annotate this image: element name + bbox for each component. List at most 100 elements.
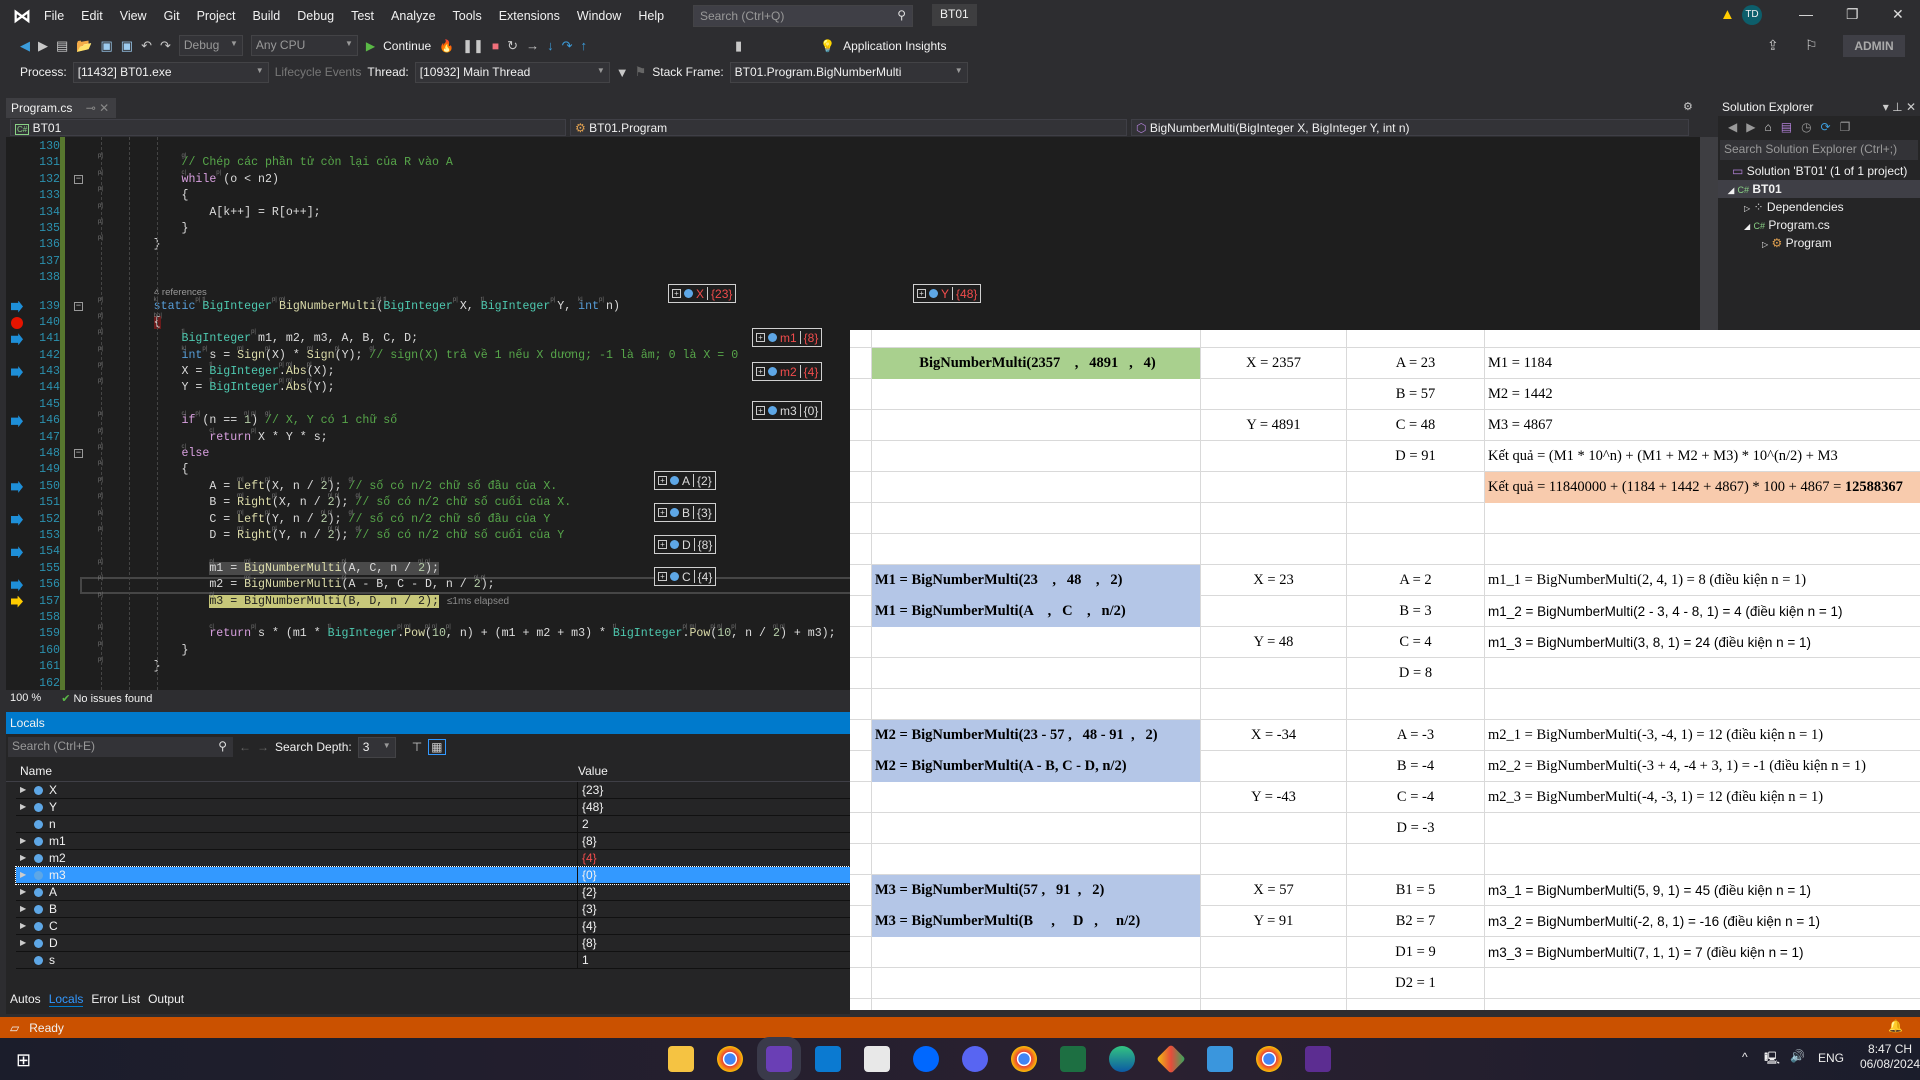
pin-icon[interactable]: ⊸ [86,101,96,115]
datatip-a[interactable]: + A {2} [654,471,716,490]
datatip-x[interactable]: + X {23} [668,284,737,303]
editor-scrollbar[interactable] [1700,137,1718,330]
cell[interactable]: m3_2 = BigNumberMulti(-2, 8, 1) = -16 (đ… [1485,906,1920,937]
cell[interactable] [1201,844,1347,875]
expand-arrow-icon[interactable]: ▶ [20,884,28,900]
locals-row[interactable]: ▶ m3 {0} [15,866,851,885]
cell[interactable] [1485,968,1920,999]
row-header[interactable] [850,813,872,844]
forward-icon[interactable]: ▶ [1746,120,1755,134]
live-share-icon[interactable]: ⇪ [1767,37,1779,54]
cell[interactable]: M1 = BigNumberMulti(23 , 48 , 2) [872,565,1201,596]
expand-icon[interactable]: + [658,540,667,549]
clock[interactable]: 8:47 CH 06/08/2024 [1860,1042,1920,1072]
cell[interactable] [1201,751,1347,782]
close-button[interactable]: ✕ [1892,6,1904,23]
cell[interactable]: X = 2357 [1201,348,1347,379]
cell[interactable] [872,968,1201,999]
locals-row[interactable]: ▶ X {23} [16,782,850,799]
zoom-level[interactable]: 100 % [10,692,41,704]
cell[interactable] [1347,999,1485,1010]
row-header[interactable] [850,348,872,379]
close-tab-icon[interactable]: ✕ [99,101,109,115]
cell[interactable]: M3 = BigNumberMulti(57 , 91 , 2) [872,875,1201,906]
back-icon[interactable]: ◀ [1728,120,1737,134]
search-depth-select[interactable]: 3 ▼ [357,736,396,758]
tracepoint-icon[interactable] [11,513,23,526]
platform-select[interactable]: Any CPU ▼ [250,35,358,56]
expand-arrow-icon[interactable]: ▶ [20,935,28,951]
menu-item-window[interactable]: Window [577,9,621,23]
restart-icon[interactable]: ↻ [507,38,518,54]
cell[interactable]: X = -34 [1201,720,1347,751]
pin-filter-icon[interactable]: ⊤ [412,740,422,754]
cell[interactable] [1485,658,1920,689]
cell[interactable]: Y = -43 [1201,782,1347,813]
cell[interactable] [872,658,1201,689]
type-dropdown[interactable]: ⚙ BT01.Program [570,119,1127,136]
cell[interactable] [1347,844,1485,875]
close-panel-icon[interactable]: ▾ ⊥ ✕ [1883,100,1916,114]
row-header[interactable] [850,410,872,441]
tab-autos[interactable]: Autos [10,992,41,1007]
cell[interactable]: BigNumberMulti(2357 , 4891 , 4) [872,348,1201,379]
network-icon[interactable]: 🖳 [1764,1049,1780,1070]
cell[interactable] [872,782,1201,813]
home-icon[interactable]: ⌂ [1764,120,1771,134]
datatip-c[interactable]: + C {4} [654,567,717,586]
menu-item-test[interactable]: Test [351,9,374,23]
cell[interactable]: B = -4 [1347,751,1485,782]
app-icon[interactable] [864,1046,890,1072]
cell[interactable] [872,503,1201,534]
cell[interactable]: m3_1 = BigNumberMulti(5, 9, 1) = 45 (điề… [1485,875,1920,906]
cell[interactable]: M2 = BigNumberMulti(A - B, C - D, n/2) [872,751,1201,782]
cell[interactable] [1485,534,1920,565]
visual-studio-icon[interactable] [757,1037,801,1080]
expand-arrow-icon[interactable]: ▶ [20,782,28,798]
undo-icon[interactable]: ↶ [141,38,152,54]
discord-icon[interactable] [962,1046,988,1072]
locals-row[interactable]: ▶ C {4} [16,918,850,935]
bookmark-icon[interactable]: ▮ [735,38,742,54]
excel-icon[interactable] [1060,1046,1086,1072]
locals-row[interactable]: ▶ m2 {4} [16,850,850,867]
sync-icon[interactable]: ⟳ [1821,120,1831,134]
locals-row[interactable]: ▶ m1 {8} [16,833,850,850]
cell[interactable]: M2 = BigNumberMulti(23 - 57 , 48 - 91 , … [872,720,1201,751]
row-header[interactable] [850,782,872,813]
datatip-b[interactable]: + B {3} [654,503,716,522]
project-dropdown[interactable]: C# BT01 [10,119,566,136]
chrome-icon[interactable] [717,1046,743,1072]
save-icon[interactable]: ▣ [100,38,112,54]
cell[interactable] [872,937,1201,968]
cell[interactable] [1201,937,1347,968]
tree-item-project[interactable]: ◢ C# BT01 [1718,180,1920,198]
cell[interactable] [872,844,1201,875]
configuration-select[interactable]: Debug ▼ [178,35,243,56]
row-header[interactable] [850,472,872,503]
stack-frame-select[interactable]: BT01.Program.BigNumberMulti ▼ [729,61,968,83]
volume-icon[interactable]: 🔊 [1790,1049,1805,1063]
cell[interactable] [872,534,1201,565]
cell[interactable]: M3 = BigNumberMulti(B , D , n/2) [872,906,1201,937]
cell[interactable] [1347,534,1485,565]
user-avatar[interactable]: TD [1742,5,1762,25]
row-header[interactable] [850,379,872,410]
step-into-icon[interactable]: ↓ [547,38,554,53]
menu-item-project[interactable]: Project [197,9,236,23]
menu-item-debug[interactable]: Debug [297,9,334,23]
cell[interactable]: D2 = 1 [1347,968,1485,999]
save-all-icon[interactable]: ▣ [121,38,133,54]
locals-row[interactable]: ▶ D {8} [16,935,850,952]
cell[interactable]: X = 23 [1201,565,1347,596]
cell[interactable]: m1_3 = BigNumberMulti(3, 8, 1) = 24 (điề… [1485,627,1920,658]
restore-button[interactable]: ❐ [1846,6,1859,23]
menu-item-help[interactable]: Help [638,9,664,23]
cell[interactable]: Y = 91 [1201,906,1347,937]
switch-views-icon[interactable]: ▤ [1781,120,1792,134]
step-over-icon[interactable]: ↷ [562,38,573,54]
settings-gear-icon[interactable]: ⚙ [1683,100,1693,113]
break-all-icon[interactable]: ❚❚ [462,38,484,54]
tree-item-program-class[interactable]: ▷ ⚙ Program [1718,234,1920,252]
redo-icon[interactable]: ↷ [160,38,171,54]
